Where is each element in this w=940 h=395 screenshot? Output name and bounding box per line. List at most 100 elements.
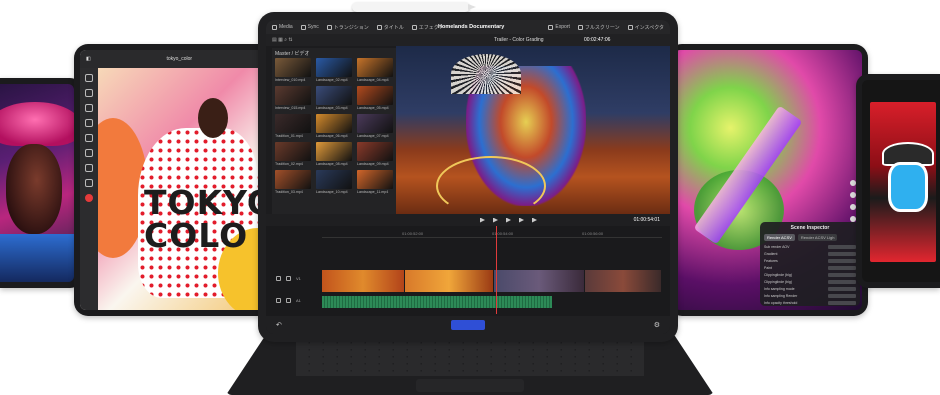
play-icon[interactable] [506,217,511,223]
pink-hat-shape [0,102,74,146]
inspector-row[interactable]: Clippinglinde (big) [764,272,856,278]
inspector-row[interactable]: Info sampling Render [764,293,856,299]
settings-icon[interactable]: ⚙ [654,321,660,329]
video-viewer[interactable] [396,46,670,214]
menu-fullscreen[interactable]: フルスクリーン [577,24,620,31]
inspector-row[interactable]: Clippinglinde (big) [764,279,856,285]
layers-tool-icon[interactable] [85,179,93,187]
figure-head [198,98,228,138]
gallery-icon[interactable]: ◧ [86,56,91,62]
brush-tool-icon[interactable] [85,74,93,82]
clip-thumbnail[interactable]: Tradition_02.mp4 [275,142,311,166]
clip-name: Tradition_02.mp4 [275,162,303,166]
export-icon [548,24,554,30]
inspector-tabs: Render ACSV Render ACSV Ligh [764,234,856,241]
clip-thumbnail[interactable]: Landscape_11.mp4 [357,170,393,194]
step-forward-icon[interactable] [519,217,524,223]
transitions-icon [326,24,332,30]
art-canvas[interactable]: TOKYO COLO [98,68,278,310]
timecode-transport: 01:00:54:01 [633,217,660,223]
lock-icon[interactable] [276,276,281,281]
effects-icon [411,24,417,30]
lock-icon[interactable] [276,298,281,303]
pencil-tool-icon[interactable] [85,89,93,97]
3d-scene[interactable]: Scene Inspector Render ACSV Render ACSV … [674,50,862,310]
clip-name: Landscape_11.mp4 [357,190,389,194]
clip-thumbnail[interactable]: Interview_015.mp4 [275,86,311,110]
inspector-row[interactable]: Gradient [764,251,856,257]
video-track [322,270,662,292]
trackpad[interactable] [416,379,524,392]
text-tool-icon[interactable] [85,164,93,172]
clip-thumbnail[interactable]: Landscape_08.mp4 [316,142,352,166]
audio-waveform[interactable] [322,296,552,308]
clip-name: Landscape_03.mp4 [316,106,348,110]
eye-icon[interactable] [286,276,291,281]
editor-bottombar: ↶ ⚙ [266,316,670,334]
inspector-value-field[interactable] [828,287,856,291]
selection-tool-icon[interactable] [85,134,93,142]
clip-thumbnail-image [275,114,311,133]
loop-icon[interactable] [532,217,537,223]
speaker-icon[interactable] [286,298,291,303]
clip-thumbnail[interactable]: Landscape_04.mp4 [357,58,393,82]
inspector-value-field[interactable] [828,266,856,270]
clip-thumbnail[interactable]: Tradition_01.mp4 [275,114,311,138]
color-swatch-icon[interactable] [85,194,93,202]
menu-inspector[interactable]: インスペクタ [627,24,664,31]
clip-thumbnail[interactable]: Landscape_07.mp4 [357,114,393,138]
timeline-name: Trailer - Color Grading [494,37,544,43]
clip-thumbnail[interactable]: Landscape_06.mp4 [316,114,352,138]
menu-transitions[interactable]: トランジション [326,24,369,31]
timeline-clip[interactable] [322,270,404,292]
inspector-row-label: Info sampling Render [764,294,798,298]
clip-thumbnail[interactable]: Interview_010.mp4 [275,58,311,82]
inspector-value-field[interactable] [828,301,856,305]
edit-page-tab[interactable] [450,320,485,330]
hoop-shape [436,156,546,214]
inspector-tab[interactable]: Render ACSV Ligh [797,234,838,241]
clip-thumbnail[interactable]: Landscape_03.mp4 [316,86,352,110]
ruler-label: 01:00:52:00 [402,231,424,236]
clip-thumbnail[interactable]: Landscape_02.mp4 [316,58,352,82]
inspector-value-field[interactable] [828,252,856,256]
inspector-value-field[interactable] [828,280,856,284]
inspector-row[interactable]: Info opacity threshold [764,300,856,306]
clip-thumbnail-image [316,170,352,189]
timeline-clip[interactable] [585,270,661,292]
eraser-tool-icon[interactable] [85,104,93,112]
transform-tool-icon[interactable] [85,149,93,157]
inspector-row[interactable]: Paint [764,265,856,271]
timeline-clip[interactable] [405,270,493,292]
menu-titles[interactable]: タイトル [376,24,404,31]
clip-thumbnail[interactable]: Landscape_05.mp4 [357,86,393,110]
inspector-row[interactable]: Info sampling mode [764,286,856,292]
inspector-row[interactable]: Sub render AOV [764,244,856,250]
undo-icon[interactable]: ↶ [276,321,282,329]
inspector-value-field[interactable] [828,259,856,263]
menu-sync[interactable]: Sync [300,24,319,30]
timeline[interactable]: 01:00:52:00 01:00:54:00 01:00:56:00 V1 A… [266,226,670,316]
ipad-far-left [0,78,82,288]
inspector-value-field[interactable] [828,245,856,249]
inspector-row[interactable]: Features [764,258,856,264]
inspector-value-field[interactable] [828,294,856,298]
clip-thumbnail[interactable]: Tradition_03.mp4 [275,170,311,194]
clip-thumbnail-image [357,170,393,189]
inspector-tab[interactable]: Render ACSV [764,234,795,241]
smudge-tool-icon[interactable] [85,119,93,127]
playhead[interactable] [496,226,497,314]
collar-shape [0,234,74,282]
inspector-value-field[interactable] [828,273,856,277]
clip-thumbnail[interactable]: Landscape_10.mp4 [316,170,352,194]
menu-export[interactable]: Export [548,24,570,31]
timeline-ruler: 01:00:52:00 01:00:54:00 01:00:56:00 [322,231,662,238]
step-back-icon[interactable] [493,217,498,223]
clip-thumbnail[interactable]: Landscape_09.mp4 [357,142,393,166]
rewind-icon[interactable] [480,217,485,223]
timeline-clip[interactable] [494,270,584,292]
menu-media[interactable]: Media [272,24,293,30]
pool-tools-icons[interactable]: ▤ ▦ ⌕ ⇅ [266,37,293,43]
sync-icon [300,24,306,30]
poster-screen [862,80,940,282]
